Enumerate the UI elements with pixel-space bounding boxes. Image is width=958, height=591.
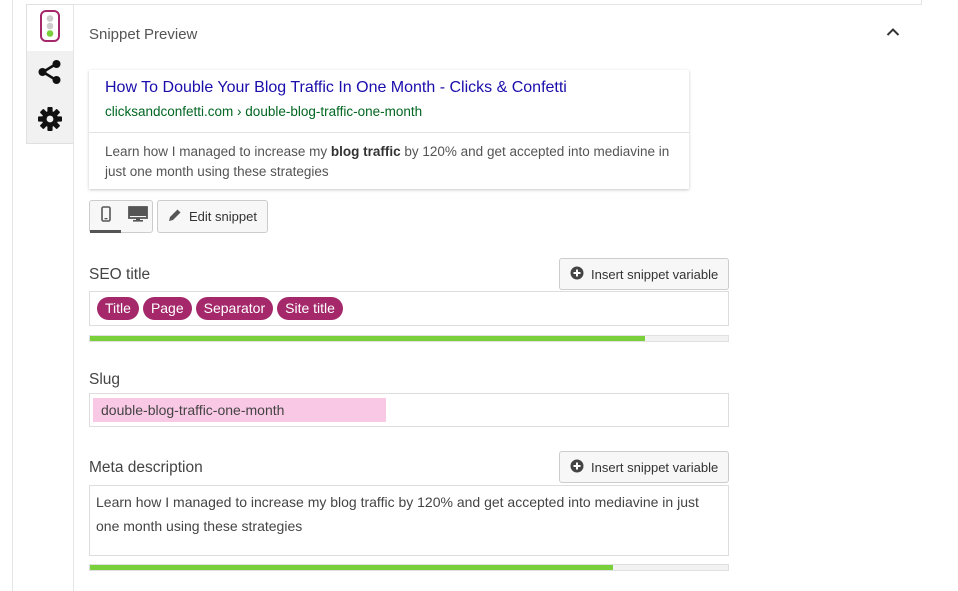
traffic-light-icon — [39, 9, 61, 47]
insert-variable-label: Insert snippet variable — [591, 266, 719, 282]
chevron-up-icon — [886, 24, 900, 42]
collapse-button[interactable] — [884, 24, 902, 42]
share-icon — [37, 59, 63, 90]
desktop-preview-button[interactable] — [122, 201, 153, 232]
slug-value: double-blog-traffic-one-month — [93, 398, 386, 422]
preview-divider — [89, 132, 689, 133]
edit-snippet-label: Edit snippet — [189, 209, 257, 224]
seo-title-input[interactable]: Title Page Separator Site title — [89, 291, 729, 326]
variable-pill[interactable]: Page — [142, 297, 192, 320]
seo-title-progress-fill — [90, 336, 646, 341]
preview-desc-text: Learn how I managed to increase my — [105, 144, 331, 159]
mobile-preview-button[interactable] — [90, 201, 121, 233]
variable-pill[interactable]: Site title — [277, 297, 343, 320]
plus-circle-icon — [570, 266, 584, 283]
snippet-preview-card: How To Double Your Blog Traffic In One M… — [89, 70, 689, 189]
meta-description-label: Meta description — [89, 459, 203, 476]
meta-description-progress-fill — [90, 565, 614, 570]
preview-title: How To Double Your Blog Traffic In One M… — [105, 79, 567, 96]
desktop-icon — [127, 206, 148, 227]
variable-pill[interactable]: Separator — [195, 297, 274, 320]
meta-description-insert-variable-button[interactable]: Insert snippet variable — [559, 451, 730, 483]
slug-label: Slug — [89, 371, 121, 388]
mobile-icon — [100, 206, 111, 227]
seo-title-progress-bar — [89, 335, 729, 342]
pencil-icon — [168, 208, 182, 225]
meta-description-text: Learn how I managed to increase my blog … — [96, 494, 699, 534]
sidebar-item-social[interactable] — [27, 51, 73, 97]
preview-mode-toggle — [89, 200, 153, 233]
seo-title-insert-variable-button[interactable]: Insert snippet variable — [559, 258, 730, 290]
preview-url: clicksandconfetti.com › double-blog-traf… — [105, 104, 423, 119]
sidebar-item-seo-analysis[interactable] — [27, 5, 73, 51]
preview-desc-keyword: blog traffic — [330, 144, 401, 159]
sidebar-tabs — [26, 4, 73, 144]
edit-snippet-button[interactable]: Edit snippet — [157, 200, 268, 233]
plus-circle-icon — [570, 459, 584, 476]
meta-description-progress-bar — [89, 564, 729, 571]
section-title: Snippet Preview — [89, 26, 198, 43]
slug-input[interactable]: double-blog-traffic-one-month — [89, 393, 729, 427]
variable-pill[interactable]: Title — [97, 297, 139, 320]
gear-icon — [37, 106, 63, 137]
meta-description-textarea[interactable]: Learn how I managed to increase my blog … — [89, 485, 729, 556]
sidebar-item-advanced[interactable] — [27, 98, 73, 144]
seo-title-label: SEO title — [89, 266, 151, 283]
insert-variable-label: Insert snippet variable — [591, 459, 719, 475]
preview-description: Learn how I managed to increase my blog … — [105, 142, 675, 182]
